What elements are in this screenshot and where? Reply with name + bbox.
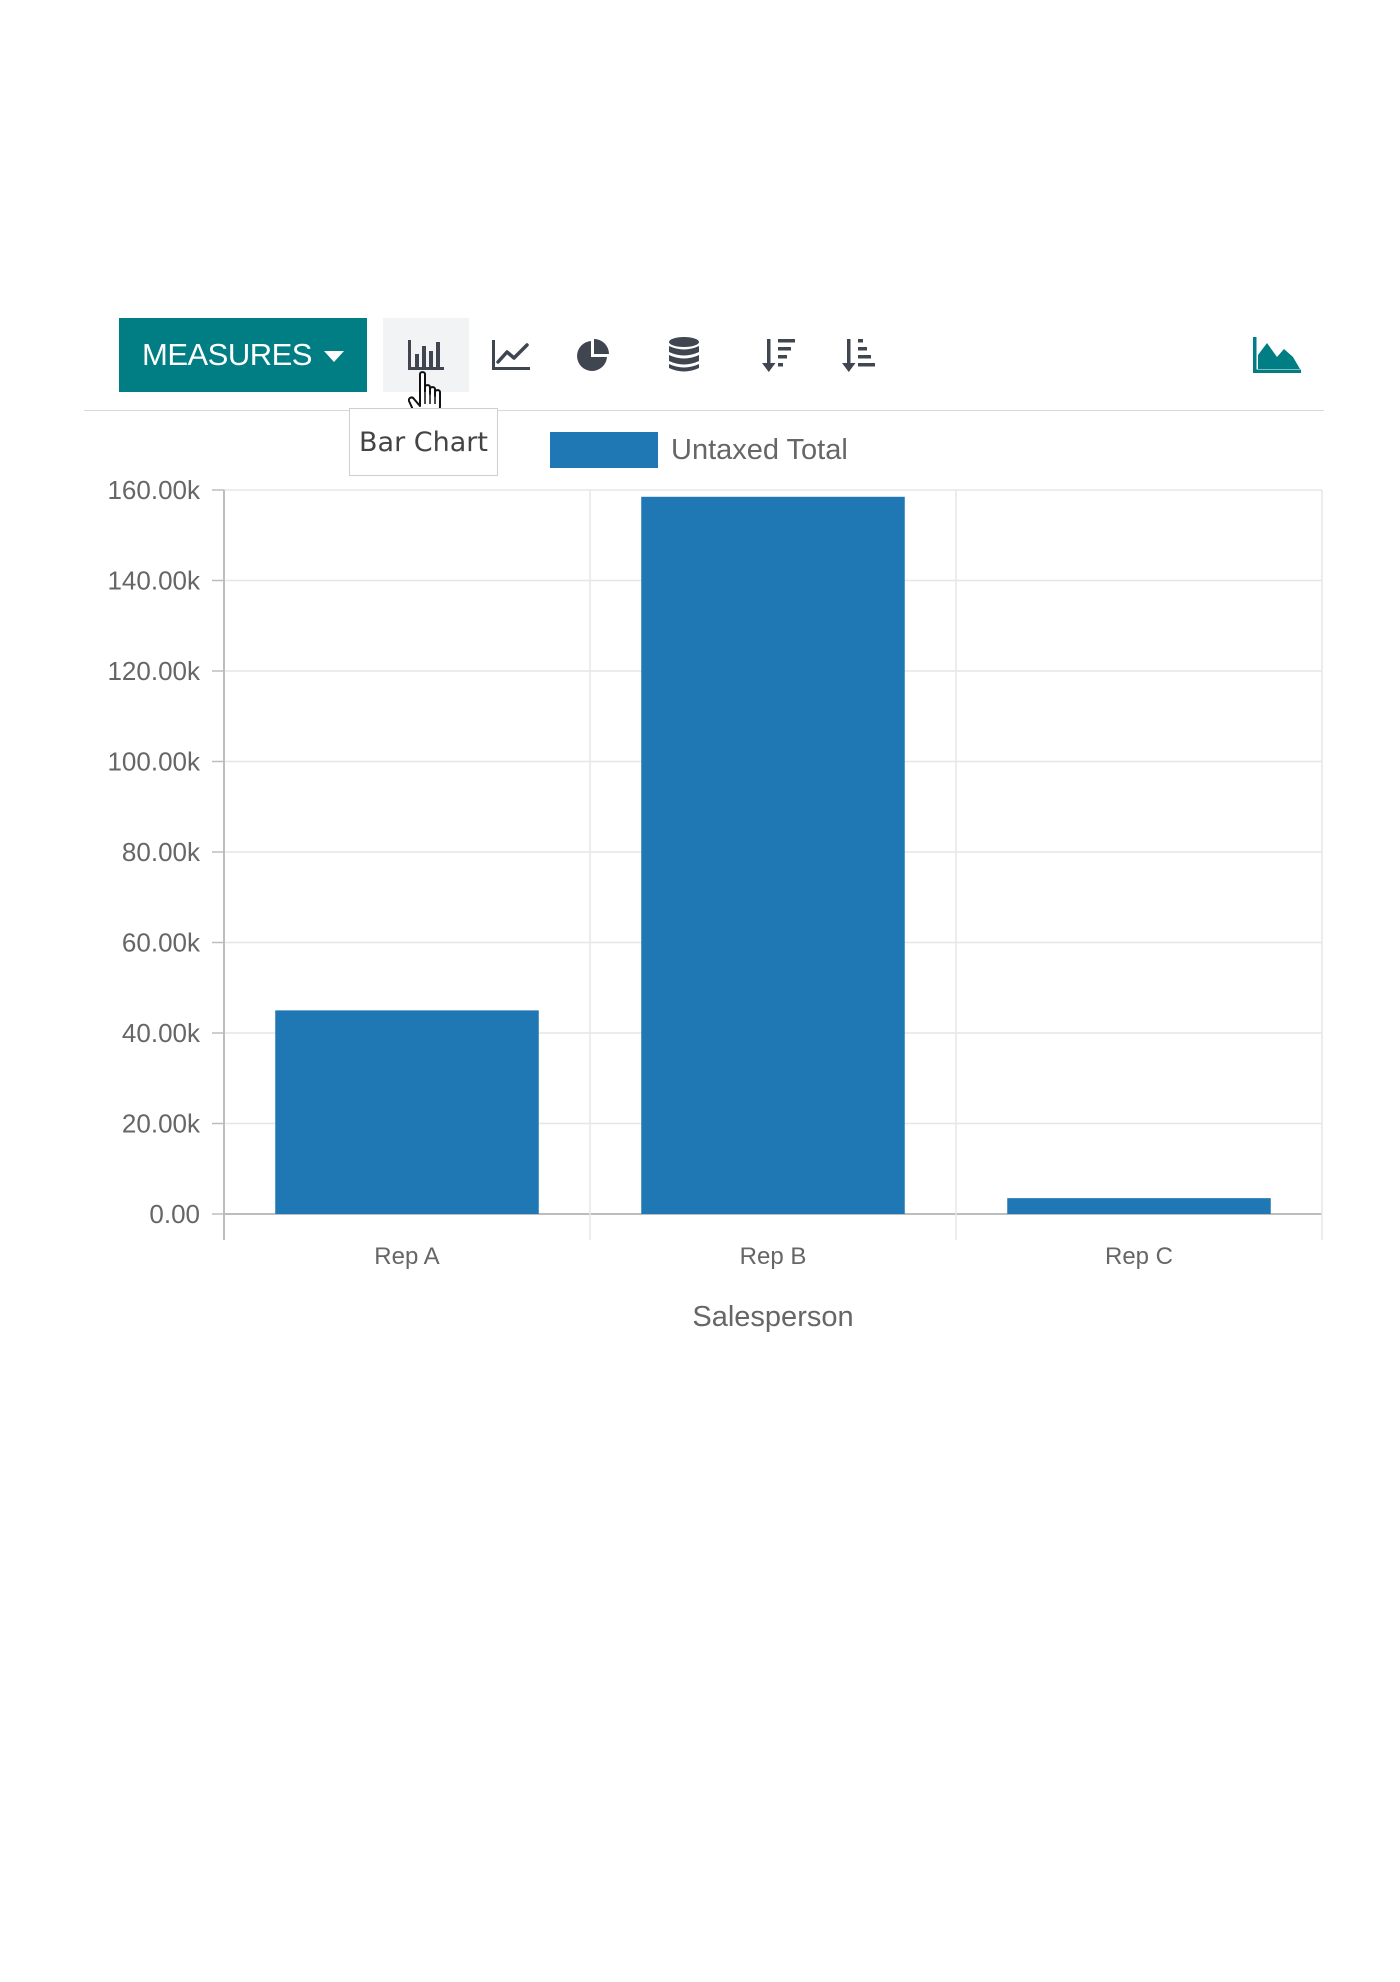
bar-chart: 0.00 20.00k 40.00k 60.00k 80.00k 100.00k 120.0… [107,475,1323,1333]
bar-rep-b [641,496,905,1215]
x-tick-label: Rep C [1105,1243,1173,1270]
y-tick-label: 160.00k [107,475,201,505]
y-tick-label: 40.00k [122,1018,201,1048]
y-tick-label: 100.00k [107,747,201,777]
y-tick-label: 20.00k [122,1109,201,1139]
x-tick-label: Rep B [740,1243,807,1270]
bar-rep-c [1007,1198,1271,1214]
y-tick-label: 60.00k [122,928,201,958]
y-tick-label: 120.00k [107,656,201,686]
y-tick-label: 140.00k [107,566,201,596]
y-tick-label: 0.00 [149,1199,200,1229]
x-axis-title: Salesperson [692,1301,853,1333]
x-tick-label: Rep A [374,1243,439,1270]
y-tick-label: 80.00k [122,837,201,867]
bar-rep-a [275,1010,539,1214]
